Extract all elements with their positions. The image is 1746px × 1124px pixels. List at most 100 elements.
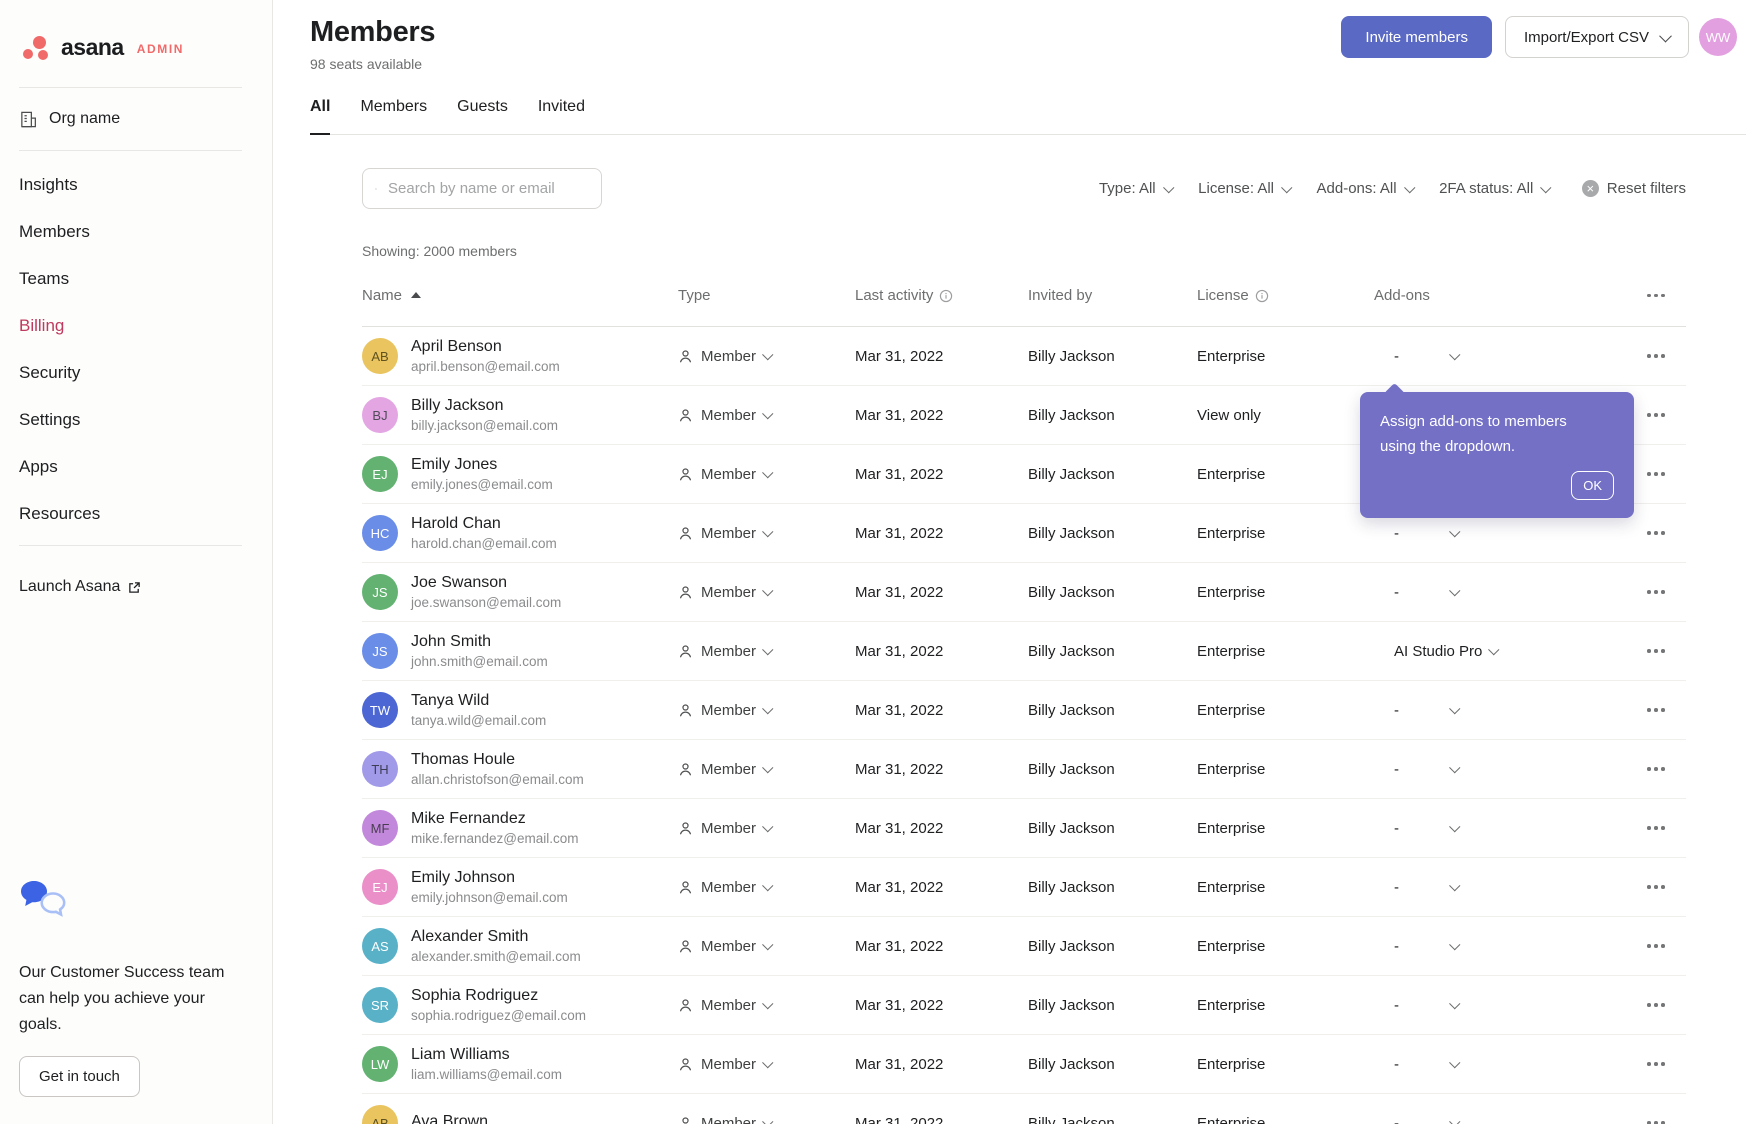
member-type-dropdown[interactable]: Member [678, 879, 855, 896]
member-type-dropdown[interactable]: Member [678, 348, 855, 365]
chevron-down-icon [1449, 703, 1460, 714]
addons-dropdown[interactable]: - [1374, 879, 1645, 896]
get-in-touch-button[interactable]: Get in touch [19, 1056, 140, 1097]
row-menu-button[interactable] [1645, 997, 1686, 1013]
sidebar-item-members[interactable]: Members [0, 208, 272, 255]
member-type-dropdown[interactable]: Member [678, 407, 855, 424]
row-menu-button[interactable] [1645, 879, 1686, 895]
info-icon[interactable] [1255, 289, 1269, 303]
info-icon[interactable] [939, 289, 953, 303]
row-menu-button[interactable] [1645, 407, 1686, 423]
row-menu-button[interactable] [1645, 761, 1686, 777]
invited-by-cell: Billy Jackson [1028, 407, 1197, 424]
sidebar-item-billing[interactable]: Billing [0, 302, 272, 349]
asana-logo: asana ADMIN [0, 0, 272, 87]
chevron-down-icon [762, 1057, 773, 1068]
row-menu-button[interactable] [1645, 1056, 1686, 1072]
sidebar-item-security[interactable]: Security [0, 349, 272, 396]
row-menu-button[interactable] [1645, 938, 1686, 954]
addons-dropdown[interactable]: - [1374, 525, 1645, 542]
member-email: alexander.smith@email.com [411, 949, 581, 964]
member-type-dropdown[interactable]: Member [678, 820, 855, 837]
member-type-dropdown[interactable]: Member [678, 997, 855, 1014]
member-type-dropdown[interactable]: Member [678, 584, 855, 601]
invited-by-cell: Billy Jackson [1028, 702, 1197, 719]
member-type-dropdown[interactable]: Member [678, 525, 855, 542]
member-type-dropdown[interactable]: Member [678, 938, 855, 955]
org-selector[interactable]: Org name [0, 88, 272, 150]
row-menu-button[interactable] [1645, 348, 1686, 364]
chevron-down-icon [762, 998, 773, 1009]
addons-dropdown[interactable]: - [1374, 938, 1645, 955]
member-name: April Benson [411, 338, 560, 356]
tooltip-ok-button[interactable]: OK [1571, 471, 1614, 500]
tab-members[interactable]: Members [360, 98, 427, 134]
member-type-dropdown[interactable]: Member [678, 1115, 855, 1124]
tab-all[interactable]: All [310, 98, 330, 135]
launch-asana-link[interactable]: Launch Asana [0, 578, 272, 596]
chevron-down-icon [1449, 349, 1460, 360]
license-cell: Enterprise [1197, 643, 1374, 660]
filter-license[interactable]: License: All [1198, 180, 1290, 197]
sidebar-item-resources[interactable]: Resources [0, 490, 272, 537]
chevron-down-icon [1449, 880, 1460, 891]
row-menu-button[interactable] [1645, 702, 1686, 718]
person-icon [678, 821, 693, 836]
chevron-down-icon [762, 467, 773, 478]
member-type-dropdown[interactable]: Member [678, 1056, 855, 1073]
column-name-sort[interactable]: Name [362, 287, 678, 304]
addons-dropdown[interactable]: - [1374, 761, 1645, 778]
import-export-csv-button[interactable]: Import/Export CSV [1505, 16, 1689, 58]
addons-dropdown[interactable]: - [1374, 348, 1645, 365]
last-activity-cell: Mar 31, 2022 [855, 525, 1028, 542]
tab-invited[interactable]: Invited [538, 98, 585, 134]
column-addons: Add-ons [1374, 287, 1645, 304]
row-menu-button[interactable] [1645, 466, 1686, 482]
table-header-menu-button[interactable] [1645, 288, 1686, 304]
kebab-icon [1645, 997, 1667, 1013]
row-menu-button[interactable] [1645, 643, 1686, 659]
filter-type[interactable]: Type: All [1099, 180, 1172, 197]
addons-dropdown[interactable]: - [1374, 1056, 1645, 1073]
sidebar-item-settings[interactable]: Settings [0, 396, 272, 443]
table-row: AB April Benson april.benson@email.com M… [362, 327, 1686, 386]
addons-dropdown[interactable]: - [1374, 702, 1645, 719]
sidebar-item-apps[interactable]: Apps [0, 443, 272, 490]
filter-2fa-status[interactable]: 2FA status: All [1439, 180, 1550, 197]
addons-dropdown[interactable]: AI Studio Pro [1374, 643, 1645, 660]
row-menu-button[interactable] [1645, 820, 1686, 836]
tab-guests[interactable]: Guests [457, 98, 508, 134]
row-menu-button[interactable] [1645, 525, 1686, 541]
member-type-dropdown[interactable]: Member [678, 702, 855, 719]
row-menu-button[interactable] [1645, 584, 1686, 600]
chevron-down-icon [1163, 182, 1174, 193]
reset-filters-icon: × [1582, 180, 1599, 197]
addons-dropdown[interactable]: - [1374, 820, 1645, 837]
member-type-dropdown[interactable]: Member [678, 761, 855, 778]
table-row: TH Thomas Houle allan.christofson@email.… [362, 740, 1686, 799]
row-menu-button[interactable] [1645, 1115, 1686, 1124]
invite-members-button[interactable]: Invite members [1341, 16, 1492, 58]
invited-by-cell: Billy Jackson [1028, 643, 1197, 660]
invited-by-cell: Billy Jackson [1028, 997, 1197, 1014]
license-cell: Enterprise [1197, 1056, 1374, 1073]
person-icon [678, 349, 693, 364]
license-cell: View only [1197, 407, 1374, 424]
search-input[interactable] [386, 179, 589, 198]
asana-logo-icon [23, 36, 52, 60]
asana-wordmark: asana [61, 34, 124, 61]
chevron-down-icon [1449, 1116, 1460, 1124]
member-email: april.benson@email.com [411, 359, 560, 374]
addons-dropdown[interactable]: - [1374, 1115, 1645, 1124]
invited-by-cell: Billy Jackson [1028, 1056, 1197, 1073]
avatar: TW [362, 692, 398, 728]
addons-dropdown[interactable]: - [1374, 997, 1645, 1014]
member-type-dropdown[interactable]: Member [678, 466, 855, 483]
user-avatar[interactable]: WW [1699, 18, 1737, 56]
sidebar-item-insights[interactable]: Insights [0, 161, 272, 208]
filter-addons[interactable]: Add-ons: All [1317, 180, 1414, 197]
reset-filters-button[interactable]: × Reset filters [1582, 180, 1686, 197]
sidebar-item-teams[interactable]: Teams [0, 255, 272, 302]
addons-dropdown[interactable]: - [1374, 584, 1645, 601]
member-type-dropdown[interactable]: Member [678, 643, 855, 660]
